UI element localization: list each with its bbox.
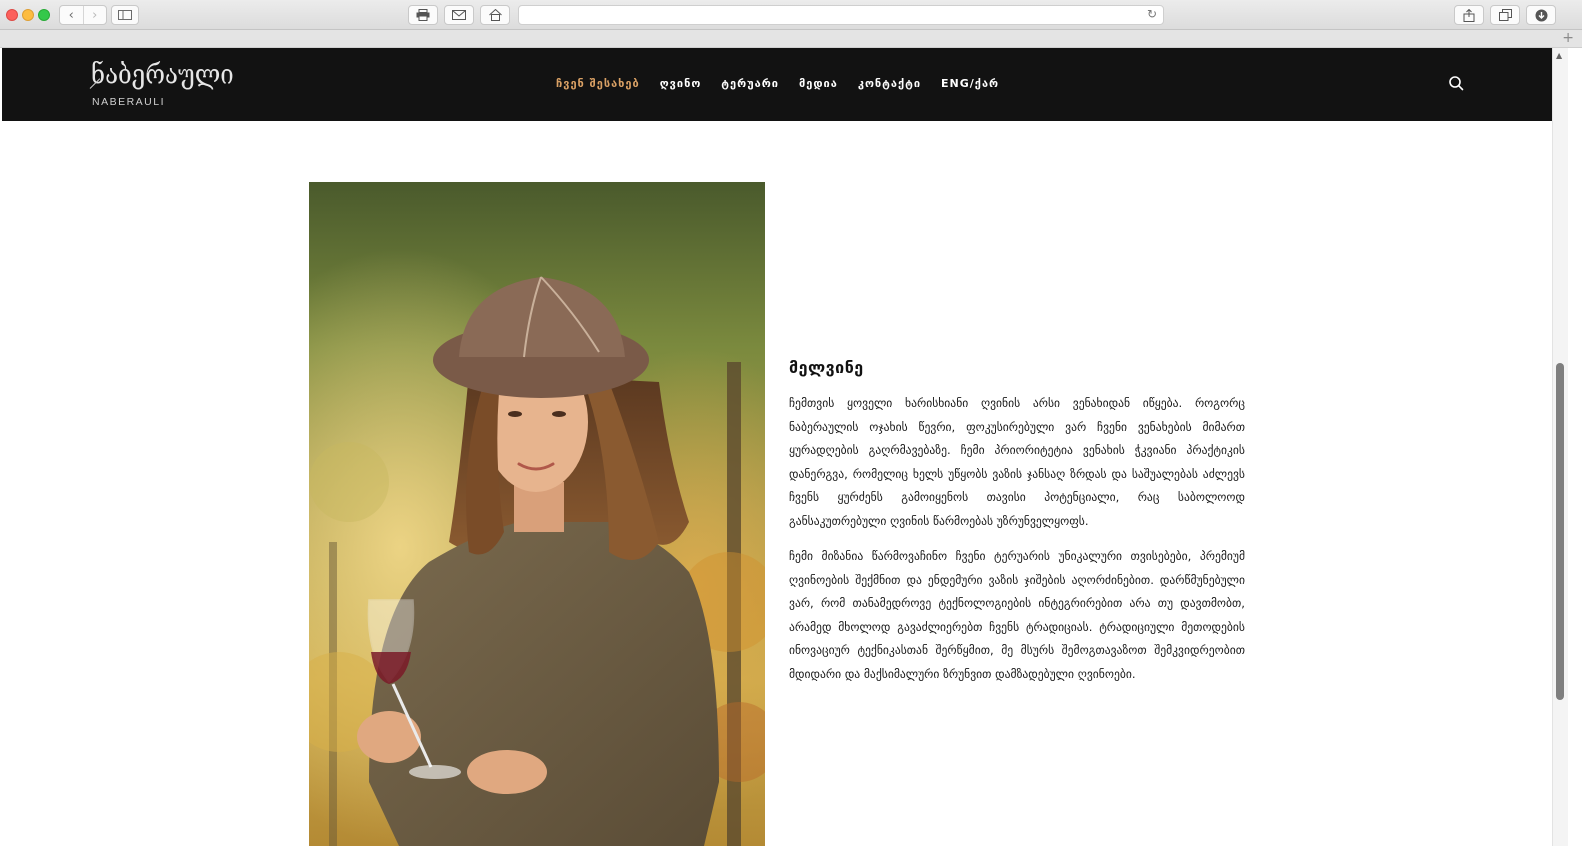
bio-paragraph-2: ჩემი მიზანია წარმოვაჩინო ჩვენი ტერუარის … (789, 549, 1245, 681)
reload-icon[interactable]: ↻ (1147, 7, 1157, 21)
main-navigation: ჩვენ შესახებ ღვინო ტერუარი მედია კონტაქტ… (556, 77, 999, 90)
bio-paragraph-1: ჩემთვის ყოველი ხარისხიანი ღვინის არსი ვე… (789, 396, 1245, 528)
mail-button[interactable] (444, 5, 474, 25)
window-edge (1568, 48, 1582, 846)
nav-item-contact[interactable]: კონტაქტი (858, 77, 921, 90)
history-navigation: ‹ › (59, 5, 107, 25)
nav-item-media[interactable]: მედია (799, 77, 838, 90)
sidebar-icon (118, 10, 132, 20)
downloads-button[interactable] (1526, 5, 1556, 25)
home-button[interactable] (480, 5, 510, 25)
home-icon (488, 9, 502, 21)
share-button[interactable] (1454, 5, 1484, 25)
bio-title: მელვინე (789, 358, 864, 377)
download-icon (1535, 9, 1547, 21)
winemaker-portrait-image (309, 182, 765, 846)
nav-item-about[interactable]: ჩვენ შესახებ (556, 77, 640, 90)
tab-strip: + (0, 30, 1582, 48)
browser-toolbar: ‹ › ↻ (0, 0, 1582, 30)
search-icon[interactable] (1448, 75, 1464, 91)
chevron-right-icon: › (92, 7, 98, 23)
back-button[interactable]: ‹ (60, 6, 83, 24)
tabs-icon (1498, 9, 1512, 21)
new-tab-button[interactable]: + (1562, 30, 1574, 46)
mail-icon (452, 10, 466, 20)
printer-icon (416, 9, 430, 21)
share-icon (1463, 8, 1475, 22)
forward-button[interactable]: › (82, 6, 107, 24)
sidebar-button[interactable] (111, 5, 139, 25)
scroll-up-arrow-icon[interactable]: ▲ (1556, 51, 1562, 60)
page-scrollbar[interactable]: ▲ (1552, 48, 1568, 846)
nav-item-wine[interactable]: ღვინო (660, 77, 702, 90)
zoom-window-button[interactable] (38, 9, 50, 21)
site-header: ნაბერაული NABERAULI ჩვენ შესახებ ღვინო ტ… (2, 48, 1552, 121)
logo-latin-wordmark: NABERAULI (92, 96, 166, 108)
scroll-thumb[interactable] (1556, 363, 1564, 700)
print-button[interactable] (408, 5, 438, 25)
close-window-button[interactable] (6, 9, 18, 21)
chevron-left-icon: ‹ (68, 7, 74, 23)
minimize-window-button[interactable] (22, 9, 34, 21)
tabs-overview-button[interactable] (1490, 5, 1520, 25)
address-bar[interactable]: ↻ (518, 5, 1164, 25)
site-logo[interactable]: ნაბერაული NABERAULI (89, 58, 234, 113)
winemaker-bio: მელვინე ჩემთვის ყოველი ხარისხიანი ღვინის… (789, 358, 1245, 698)
nav-item-terroir[interactable]: ტერუარი (721, 77, 779, 90)
logo-georgian-wordmark: ნაბერაული (91, 58, 234, 91)
nav-item-language[interactable]: ENG/ქარ (941, 77, 999, 90)
